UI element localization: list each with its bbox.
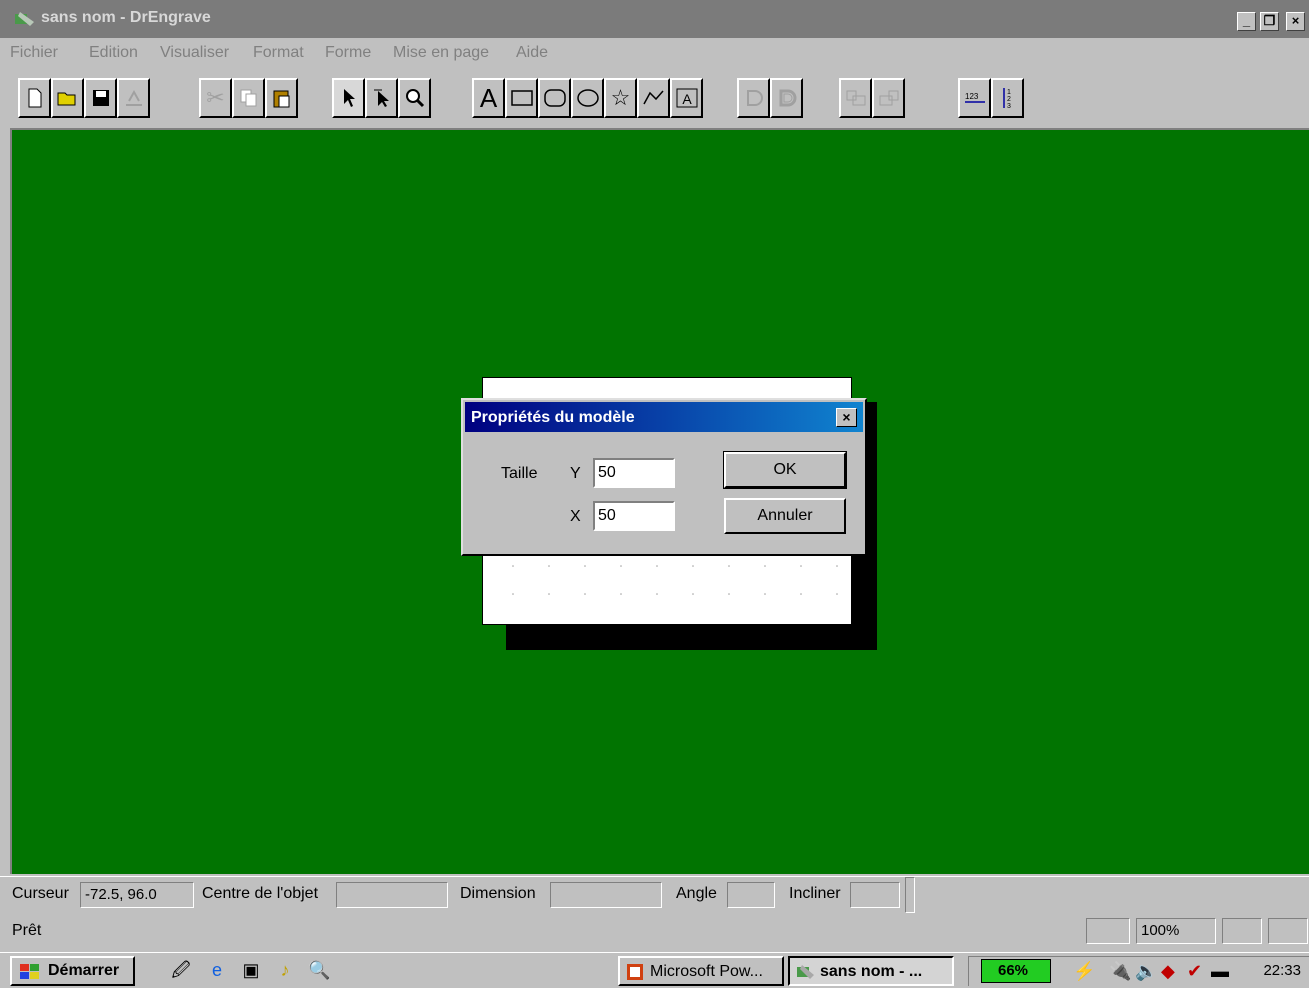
status-panel-1: [1086, 918, 1130, 944]
x-label: X: [570, 508, 581, 525]
align-left-icon[interactable]: [839, 78, 872, 118]
svg-text:1: 1: [1007, 89, 1011, 96]
start-label: Démarrer: [48, 962, 120, 979]
cancel-button[interactable]: Annuler: [724, 498, 846, 534]
menu-format[interactable]: Format: [253, 44, 304, 62]
star-tool-icon[interactable]: ☆: [604, 78, 637, 118]
task-drengrave-label: sans nom - ...: [820, 963, 923, 980]
toolbar: ✂ A ☆ A 123 123: [10, 72, 1060, 126]
new-file-icon[interactable]: [18, 78, 51, 118]
dialog-title-bar[interactable]: Propriétés du modèle ×: [465, 402, 863, 432]
menu-forme[interactable]: Forme: [325, 44, 371, 62]
node-edit-icon[interactable]: [365, 78, 398, 118]
open-folder-icon[interactable]: [51, 78, 84, 118]
align-right-icon[interactable]: [872, 78, 905, 118]
select-arrow-icon[interactable]: [332, 78, 365, 118]
taskbar: Démarrer 🖉 e ▣ ♪ 🔍 Microsoft Pow... sans…: [0, 952, 1309, 988]
status-panel-2: [1222, 918, 1262, 944]
network-tray-icon[interactable]: 🔌: [1109, 961, 1131, 982]
quick-launch-desktop-icon[interactable]: 🖉: [170, 959, 192, 981]
ready-status: Prêt: [12, 922, 42, 939]
menu-mise-en-page[interactable]: Mise en page: [393, 44, 489, 62]
svg-text:A: A: [682, 91, 692, 107]
ellipse-tool-icon[interactable]: [571, 78, 604, 118]
copy-icon[interactable]: [232, 78, 265, 118]
window-title: sans nom - DrEngrave: [41, 9, 211, 26]
numbering-horizontal-icon[interactable]: 123: [958, 78, 991, 118]
status-divider: [905, 877, 915, 913]
d-shape-outline-icon[interactable]: [770, 78, 803, 118]
status-bar: Prêt 100%: [0, 914, 1309, 948]
dialog-title: Propriétés du modèle: [471, 409, 635, 426]
display-tray-icon[interactable]: ▬: [1211, 961, 1229, 982]
size-label: Taille: [501, 465, 538, 482]
angle-label: Angle: [676, 885, 717, 902]
start-button[interactable]: Démarrer: [10, 956, 135, 986]
menu-fichier[interactable]: Fichier: [10, 44, 58, 62]
quick-launch-channel-icon[interactable]: ▣: [240, 959, 262, 981]
task-powerpoint[interactable]: Microsoft Pow...: [618, 956, 784, 986]
ok-button[interactable]: OK: [723, 451, 847, 489]
dimension-label: Dimension: [460, 885, 536, 902]
menu-visualiser[interactable]: Visualiser: [160, 44, 229, 62]
zoom-icon[interactable]: [398, 78, 431, 118]
battery-indicator[interactable]: 66%: [981, 959, 1051, 983]
engrave-icon[interactable]: [117, 78, 150, 118]
svg-text:3: 3: [1007, 103, 1011, 110]
skew-label: Incliner: [789, 885, 841, 902]
ati-tray-icon[interactable]: ◆: [1161, 961, 1175, 982]
skew-value: [850, 882, 900, 908]
minimize-button[interactable]: _: [1237, 12, 1256, 31]
svg-text:123: 123: [965, 92, 979, 101]
close-button[interactable]: ×: [1286, 12, 1305, 31]
dialog-close-icon[interactable]: ×: [836, 408, 857, 427]
restore-button[interactable]: ❐: [1260, 12, 1279, 31]
text-tool-icon[interactable]: A: [472, 78, 505, 118]
quick-launch-media-icon[interactable]: ♪: [274, 959, 296, 981]
object-status-bar: Curseur -72.5, 96.0 Centre de l'objet Di…: [0, 876, 1309, 913]
tasks-tray-icon[interactable]: ✔: [1187, 961, 1202, 982]
model-properties-dialog: Propriétés du modèle × Taille Y X OK Ann…: [461, 398, 867, 556]
save-disk-icon[interactable]: [84, 78, 117, 118]
zoom-level: 100%: [1136, 918, 1216, 944]
dimension-value: [550, 882, 662, 908]
x-size-input[interactable]: [593, 501, 675, 531]
rectangle-tool-icon[interactable]: [505, 78, 538, 118]
y-label: Y: [570, 465, 581, 482]
rounded-rectangle-tool-icon[interactable]: [538, 78, 571, 118]
drengrave-task-icon: [797, 965, 814, 979]
task-drengrave[interactable]: sans nom - ...: [788, 956, 954, 986]
drengrave-app-icon: [15, 12, 34, 26]
power-tray-icon[interactable]: ⚡: [1073, 961, 1095, 982]
quick-launch-search-icon[interactable]: 🔍: [308, 959, 330, 981]
status-panel-3: [1268, 918, 1308, 944]
polyline-tool-icon[interactable]: [637, 78, 670, 118]
svg-text:2: 2: [1007, 96, 1011, 103]
system-tray: 66% ⚡ 🔌 🔈 ◆ ✔ ▬ 22:33: [968, 956, 1309, 986]
cursor-value: -72.5, 96.0: [80, 882, 194, 908]
numbering-vertical-icon[interactable]: 123: [991, 78, 1024, 118]
title-bar: sans nom - DrEngrave _ ❐ ×: [0, 0, 1309, 38]
center-label: Centre de l'objet: [202, 885, 319, 902]
text-frame-tool-icon[interactable]: A: [670, 78, 703, 118]
clock: 22:33: [1263, 962, 1301, 979]
menu-aide[interactable]: Aide: [516, 44, 548, 62]
task-powerpoint-label: Microsoft Pow...: [650, 963, 763, 980]
powerpoint-icon: [627, 964, 643, 980]
menu-bar: Fichier Edition Visualiser Format Forme …: [0, 38, 1309, 72]
windows-logo-icon: [20, 964, 39, 979]
menu-edition[interactable]: Edition: [89, 44, 138, 62]
d-shape-icon[interactable]: [737, 78, 770, 118]
internet-explorer-icon[interactable]: e: [206, 959, 228, 981]
angle-value: [727, 882, 775, 908]
cursor-label: Curseur: [12, 885, 69, 902]
center-value: [336, 882, 448, 908]
y-size-input[interactable]: [593, 458, 675, 488]
cut-icon[interactable]: ✂: [199, 78, 232, 118]
paste-icon[interactable]: [265, 78, 298, 118]
volume-tray-icon[interactable]: 🔈: [1135, 961, 1157, 982]
